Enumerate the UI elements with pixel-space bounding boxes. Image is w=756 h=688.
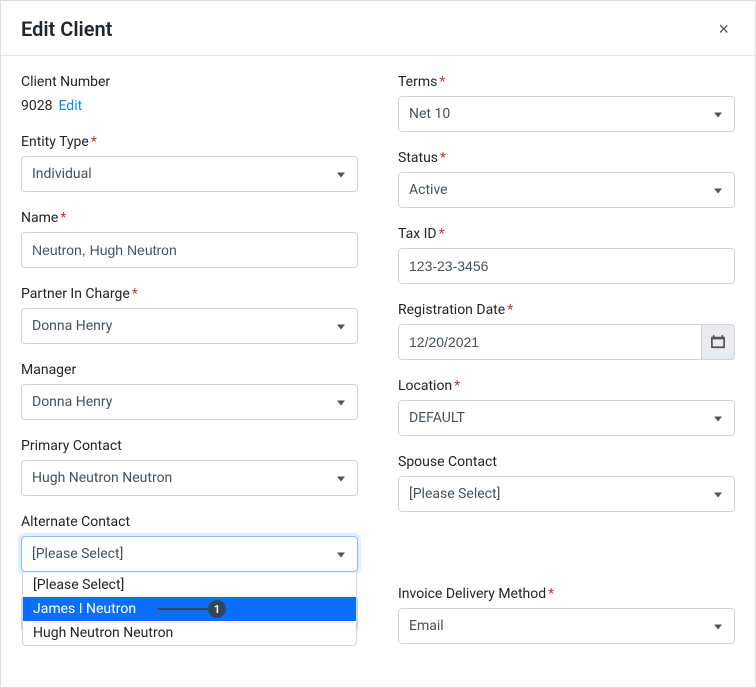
taxid-label: Tax ID* xyxy=(398,226,735,242)
primary-contact-label: Primary Contact xyxy=(21,438,358,454)
client-number-group: Client Number 9028 Edit xyxy=(21,74,358,116)
taxid-input[interactable] xyxy=(398,248,735,284)
terms-group: Terms* Net 10 xyxy=(398,74,735,132)
dropdown-item-please-select[interactable]: [Please Select] xyxy=(23,573,356,597)
edit-client-modal: Edit Client × Client Number 9028 Edit En… xyxy=(0,0,756,688)
name-label: Name* xyxy=(21,210,358,226)
partner-group: Partner In Charge* Donna Henry xyxy=(21,286,358,344)
annotation-line xyxy=(158,608,208,610)
alternate-contact-select[interactable]: [Please Select] [Please Select] James I … xyxy=(21,536,358,572)
invoice-delivery-label: Invoice Delivery Method* xyxy=(398,586,735,602)
location-select[interactable]: DEFAULT xyxy=(398,400,735,436)
manager-group: Manager Donna Henry xyxy=(21,362,358,420)
modal-body: Client Number 9028 Edit Entity Type* Ind… xyxy=(1,56,755,662)
terms-select[interactable]: Net 10 xyxy=(398,96,735,132)
spouse-contact-group: Spouse Contact [Please Select] xyxy=(398,454,735,512)
client-number-edit-link[interactable]: Edit xyxy=(58,98,82,114)
dropdown-item-james-neutron[interactable]: James I Neutron 1 xyxy=(23,597,356,621)
dropdown-item-hugh-neutron[interactable]: Hugh Neutron Neutron xyxy=(23,621,356,645)
client-number-value: 9028 xyxy=(21,98,52,114)
primary-contact-group: Primary Contact Hugh Neutron Neutron xyxy=(21,438,358,496)
regdate-input[interactable] xyxy=(398,324,701,360)
left-column: Client Number 9028 Edit Entity Type* Ind… xyxy=(21,74,358,644)
client-number-label: Client Number xyxy=(21,74,358,90)
client-number-row: 9028 Edit xyxy=(21,98,358,114)
alternate-contact-group: Alternate Contact [Please Select] [Pleas… xyxy=(21,514,358,572)
status-label: Status* xyxy=(398,150,735,166)
date-picker-button[interactable] xyxy=(701,324,735,360)
alternate-contact-dropdown: [Please Select] James I Neutron 1 Hugh N… xyxy=(22,573,357,646)
status-select[interactable]: Active xyxy=(398,172,735,208)
close-button[interactable]: × xyxy=(712,19,735,39)
calendar-icon xyxy=(711,335,725,349)
primary-contact-select[interactable]: Hugh Neutron Neutron xyxy=(21,460,358,496)
name-group: Name* xyxy=(21,210,358,268)
regdate-group: Registration Date* xyxy=(398,302,735,360)
invoice-delivery-group: Invoice Delivery Method* Email xyxy=(398,586,735,644)
entity-type-select[interactable]: Individual xyxy=(21,156,358,192)
regdate-input-group xyxy=(398,324,735,360)
partner-label: Partner In Charge* xyxy=(21,286,358,302)
modal-header: Edit Client × xyxy=(1,1,755,56)
name-input[interactable] xyxy=(21,232,358,268)
modal-title: Edit Client xyxy=(21,17,112,41)
spouse-contact-label: Spouse Contact xyxy=(398,454,735,470)
status-group: Status* Active xyxy=(398,150,735,208)
manager-select[interactable]: Donna Henry xyxy=(21,384,358,420)
partner-select[interactable]: Donna Henry xyxy=(21,308,358,344)
right-column: Terms* Net 10 Status* Active Tax ID* Reg… xyxy=(398,74,735,644)
manager-label: Manager xyxy=(21,362,358,378)
annotation-badge: 1 xyxy=(208,600,226,618)
spouse-contact-select[interactable]: [Please Select] xyxy=(398,476,735,512)
annotation-callout-1: 1 xyxy=(158,600,226,618)
entity-type-label: Entity Type* xyxy=(21,134,358,150)
entity-type-group: Entity Type* Individual xyxy=(21,134,358,192)
terms-label: Terms* xyxy=(398,74,735,90)
alternate-contact-label: Alternate Contact xyxy=(21,514,358,530)
regdate-label: Registration Date* xyxy=(398,302,735,318)
taxid-group: Tax ID* xyxy=(398,226,735,284)
invoice-delivery-select[interactable]: Email xyxy=(398,608,735,644)
location-group: Location* DEFAULT xyxy=(398,378,735,436)
location-label: Location* xyxy=(398,378,735,394)
